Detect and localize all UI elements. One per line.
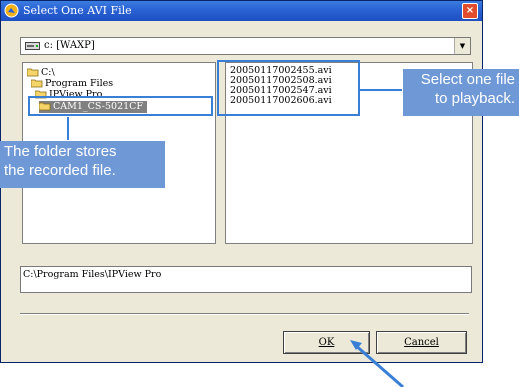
folder-note: The folder stores the recorded file.	[0, 141, 165, 188]
callout-connectors	[67, 89, 404, 387]
folder-note-line: the recorded file.	[4, 162, 116, 179]
ok-pointer-line	[353, 342, 404, 387]
file-note-line: Select one file	[420, 71, 515, 88]
file-note-line: to playback.	[434, 90, 515, 107]
file-note: Select one file to playback.	[403, 69, 519, 116]
folder-note-line: The folder stores	[4, 143, 117, 160]
